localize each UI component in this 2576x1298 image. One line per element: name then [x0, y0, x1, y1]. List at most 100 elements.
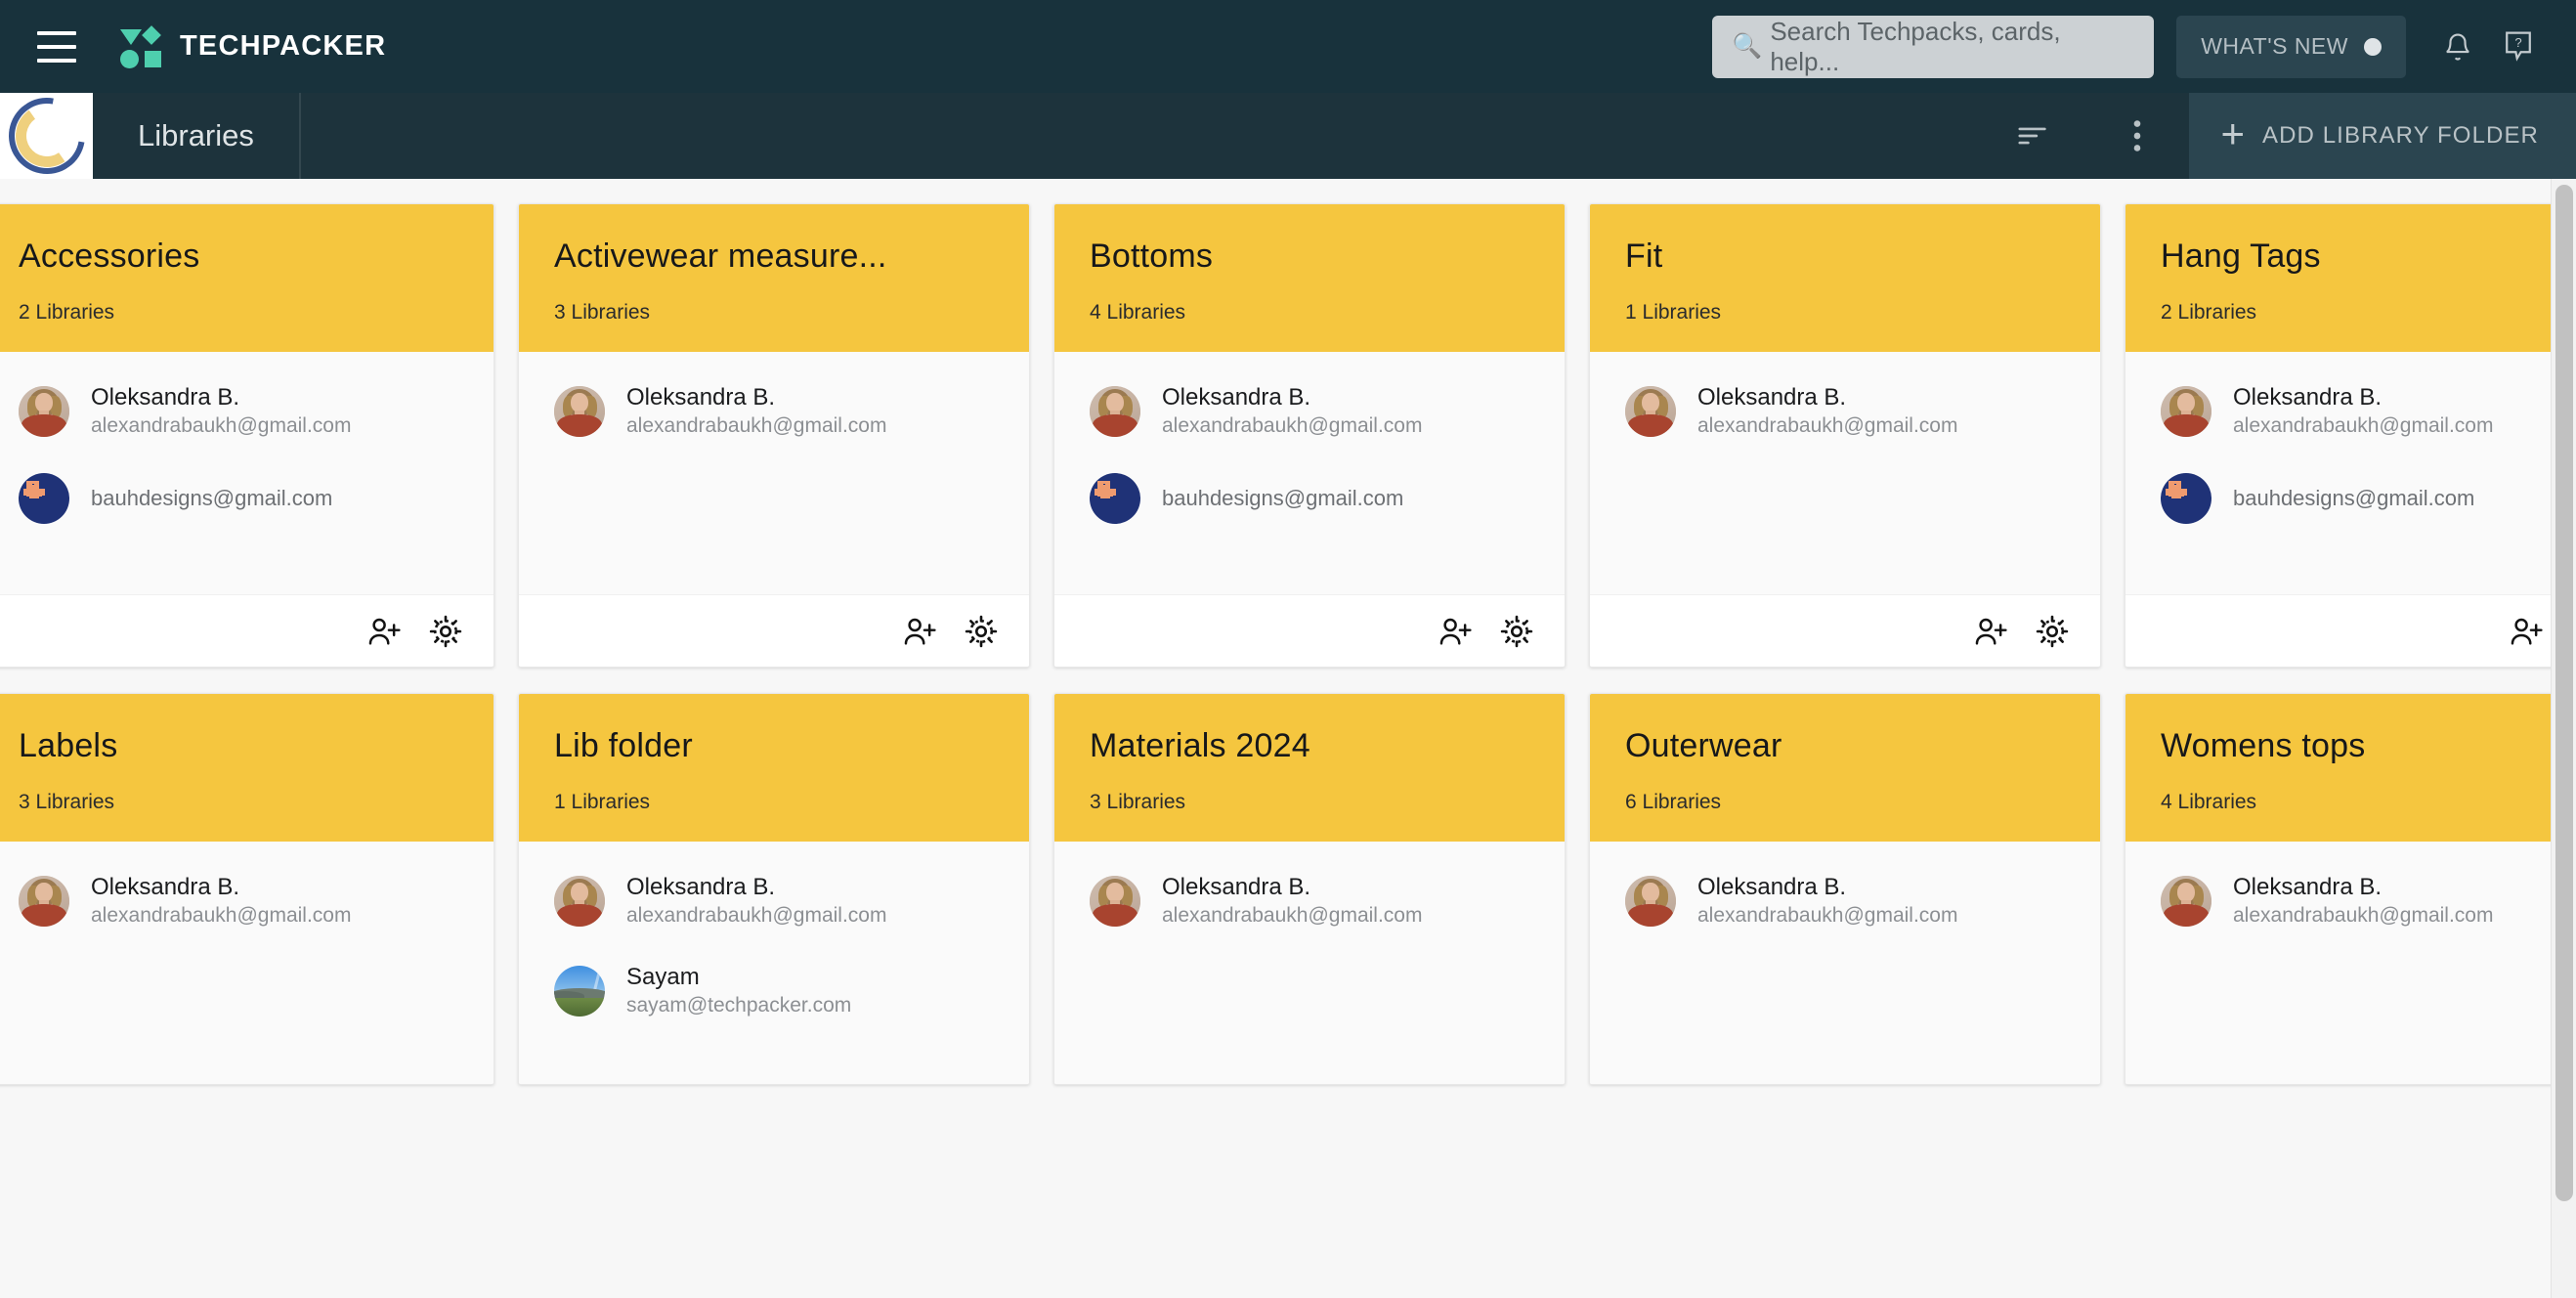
- card-header: Outerwear 6 Libraries: [1590, 694, 2100, 842]
- search-icon: 🔍: [1732, 32, 1763, 60]
- gear-icon[interactable]: [2036, 615, 2069, 648]
- add-library-folder-button[interactable]: + ADD LIBRARY FOLDER: [2189, 93, 2576, 179]
- member-details: bauhdesigns@gmail.com: [91, 485, 332, 513]
- card-library-count: 6 Libraries: [1625, 791, 1722, 813]
- avatar: [1625, 875, 1676, 927]
- card-members-list: Oleksandra B. alexandrabaukh@gmail.com b…: [1054, 352, 1565, 594]
- card-library-count: 3 Libraries: [554, 301, 651, 324]
- library-folder-card[interactable]: Hang Tags 2 Libraries Oleksandra B. alex…: [2125, 203, 2576, 668]
- avatar: [2161, 875, 2211, 927]
- person-add-icon[interactable]: [368, 617, 402, 646]
- member-email: alexandrabaukh@gmail.com: [1162, 904, 1423, 927]
- avatar: [1090, 875, 1140, 927]
- avatar: [554, 385, 605, 437]
- library-folder-grid: Accessories 2 Libraries Oleksandra B. al…: [0, 203, 2576, 1085]
- bell-icon[interactable]: [2427, 17, 2488, 77]
- vertical-scrollbar-thumb[interactable]: [2555, 185, 2573, 1201]
- gear-icon[interactable]: [1500, 615, 1533, 648]
- card-title: Accessories: [19, 238, 200, 275]
- bauh-designs-logo-avatar: [19, 473, 69, 525]
- card-title: Bottoms: [1090, 238, 1214, 275]
- card-footer: [0, 594, 494, 667]
- card-title: Activewear measure...: [554, 238, 887, 275]
- member-details: Oleksandra B. alexandrabaukh@gmail.com: [626, 873, 886, 929]
- help-question-icon[interactable]: ?: [2488, 17, 2549, 77]
- person-add-icon[interactable]: [1975, 617, 2008, 646]
- user-photo-avatar: [554, 875, 605, 927]
- card-library-count: 4 Libraries: [2161, 791, 2257, 813]
- library-folder-card[interactable]: Womens tops 4 Libraries Oleksandra B. al…: [2125, 693, 2576, 1085]
- gear-icon[interactable]: [965, 615, 998, 648]
- member-name: Oleksandra B.: [626, 874, 776, 900]
- member-details: Oleksandra B. alexandrabaukh@gmail.com: [2233, 873, 2493, 929]
- card-header: Womens tops 4 Libraries: [2125, 694, 2576, 842]
- member-email: alexandrabaukh@gmail.com: [91, 904, 352, 927]
- whats-new-badge-dot: [2364, 37, 2382, 56]
- more-vertical-icon[interactable]: [2107, 106, 2168, 166]
- gear-icon[interactable]: [429, 615, 462, 648]
- add-library-folder-label: ADD LIBRARY FOLDER: [2262, 122, 2539, 149]
- member-details: bauhdesigns@gmail.com: [1162, 485, 1403, 513]
- library-folder-card[interactable]: Bottoms 4 Libraries Oleksandra B. alexan…: [1053, 203, 1566, 668]
- page-title: Libraries: [93, 93, 301, 179]
- card-header: Accessories 2 Libraries: [0, 204, 494, 352]
- library-folders-board: Accessories 2 Libraries Oleksandra B. al…: [0, 179, 2576, 1298]
- crescent-moon-logo[interactable]: [0, 82, 100, 190]
- library-folder-card[interactable]: Fit 1 Libraries Oleksandra B. alexandrab…: [1589, 203, 2101, 668]
- sort-lines-icon[interactable]: [2003, 106, 2064, 166]
- member-email: alexandrabaukh@gmail.com: [1162, 414, 1423, 437]
- user-photo-avatar: [1090, 875, 1140, 927]
- top-bar-icon-group: ?: [2427, 17, 2549, 77]
- card-members-list: Oleksandra B. alexandrabaukh@gmail.com: [1590, 352, 2100, 594]
- member-email: alexandrabaukh@gmail.com: [91, 414, 352, 437]
- avatar: [1090, 385, 1140, 437]
- card-title: Labels: [19, 727, 118, 764]
- member-email: alexandrabaukh@gmail.com: [1697, 414, 1958, 437]
- card-footer: [1590, 594, 2100, 667]
- library-folder-card[interactable]: Labels 3 Libraries Oleksandra B. alexand…: [0, 693, 494, 1085]
- library-folder-card[interactable]: Outerwear 6 Libraries Oleksandra B. alex…: [1589, 693, 2101, 1085]
- card-header: Fit 1 Libraries: [1590, 204, 2100, 352]
- avatar: [19, 473, 69, 525]
- hamburger-menu-icon[interactable]: [37, 30, 76, 63]
- bauh-designs-logo-avatar: [1090, 473, 1140, 525]
- library-folder-card[interactable]: Accessories 2 Libraries Oleksandra B. al…: [0, 203, 494, 668]
- member-name: Oleksandra B.: [2233, 874, 2383, 900]
- card-members-list: Oleksandra B. alexandrabaukh@gmail.com: [2125, 842, 2576, 1084]
- card-title: Lib folder: [554, 727, 693, 764]
- member-name: Oleksandra B.: [1697, 384, 1847, 411]
- search-input[interactable]: 🔍 Search Techpacks, cards, help...: [1712, 15, 2155, 78]
- user-photo-avatar: [554, 385, 605, 437]
- card-title: Hang Tags: [2161, 238, 2321, 275]
- user-photo-avatar: [2161, 875, 2211, 927]
- whats-new-label: WHAT'S NEW: [2201, 33, 2348, 59]
- card-members-list: Oleksandra B. alexandrabaukh@gmail.com b…: [0, 352, 494, 594]
- hamburger-line: [37, 44, 76, 49]
- member-email: alexandrabaukh@gmail.com: [2233, 904, 2494, 927]
- card-footer: [1054, 594, 1565, 667]
- member-email: bauhdesigns@gmail.com: [91, 486, 333, 510]
- person-add-icon[interactable]: [904, 617, 937, 646]
- card-header: Materials 2024 3 Libraries: [1054, 694, 1565, 842]
- brand-logo-link[interactable]: TECHPACKER: [120, 24, 386, 68]
- person-add-icon[interactable]: [1439, 617, 1473, 646]
- card-header: Bottoms 4 Libraries: [1054, 204, 1565, 352]
- whats-new-button[interactable]: WHAT'S NEW: [2176, 15, 2406, 78]
- member-details: Oleksandra B. alexandrabaukh@gmail.com: [1162, 383, 1422, 439]
- member-row: Oleksandra B. alexandrabaukh@gmail.com: [2161, 383, 2576, 439]
- avatar: [19, 875, 69, 927]
- vertical-scrollbar-track[interactable]: [2551, 179, 2576, 1298]
- card-header: Lib folder 1 Libraries: [519, 694, 1029, 842]
- member-details: Oleksandra B. alexandrabaukh@gmail.com: [91, 383, 351, 439]
- person-add-icon[interactable]: [2511, 617, 2544, 646]
- page-subheader: Libraries + ADD LIBRARY FOLDER: [0, 82, 2576, 190]
- bauh-designs-logo-avatar: [2161, 473, 2211, 525]
- member-details: Oleksandra B. alexandrabaukh@gmail.com: [1697, 873, 1957, 929]
- library-folder-card[interactable]: Materials 2024 3 Libraries Oleksandra B.…: [1053, 693, 1566, 1085]
- library-folder-card[interactable]: Lib folder 1 Libraries Oleksandra B. ale…: [518, 693, 1030, 1085]
- card-library-count: 3 Libraries: [1090, 791, 1186, 813]
- user-photo-avatar: [1090, 385, 1140, 437]
- library-folder-card[interactable]: Activewear measure... 3 Libraries Oleksa…: [518, 203, 1030, 668]
- member-details: Oleksandra B. alexandrabaukh@gmail.com: [2233, 383, 2493, 439]
- member-email: sayam@techpacker.com: [626, 994, 852, 1017]
